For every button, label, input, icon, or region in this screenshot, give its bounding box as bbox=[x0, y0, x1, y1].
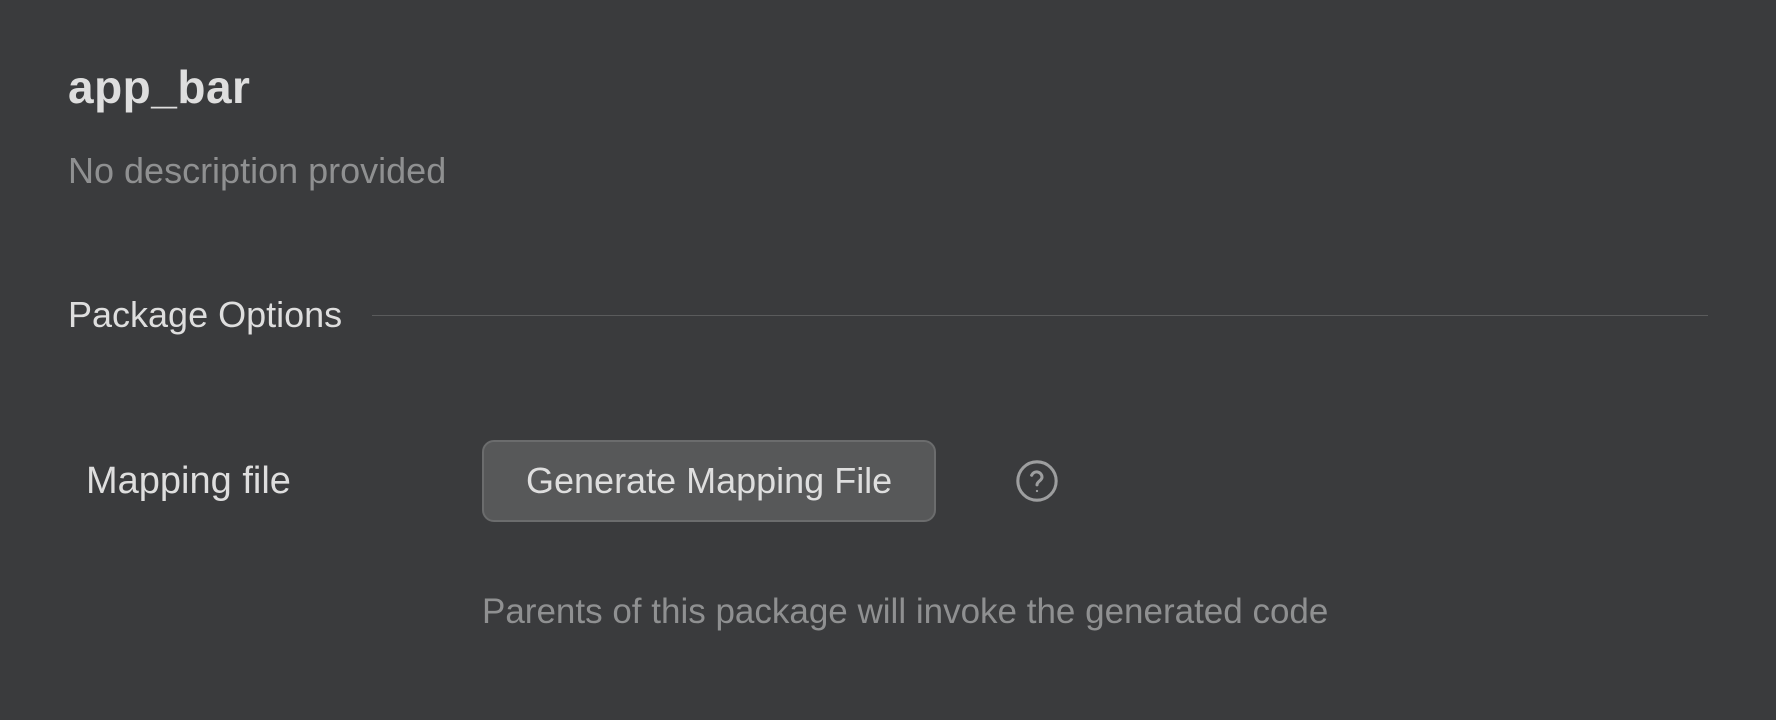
help-icon[interactable] bbox=[1014, 458, 1060, 504]
package-description: No description provided bbox=[68, 150, 1708, 192]
mapping-file-hint: Parents of this package will invoke the … bbox=[482, 592, 1708, 632]
mapping-file-hint-row: Parents of this package will invoke the … bbox=[68, 592, 1708, 632]
mapping-file-row: Mapping file Generate Mapping File bbox=[68, 440, 1708, 522]
generate-mapping-file-button[interactable]: Generate Mapping File bbox=[482, 440, 936, 522]
section-divider bbox=[372, 315, 1708, 316]
package-title: app_bar bbox=[68, 60, 1708, 114]
section-header: Package Options bbox=[68, 294, 1708, 336]
section-title: Package Options bbox=[68, 294, 342, 336]
mapping-file-label: Mapping file bbox=[86, 460, 482, 503]
